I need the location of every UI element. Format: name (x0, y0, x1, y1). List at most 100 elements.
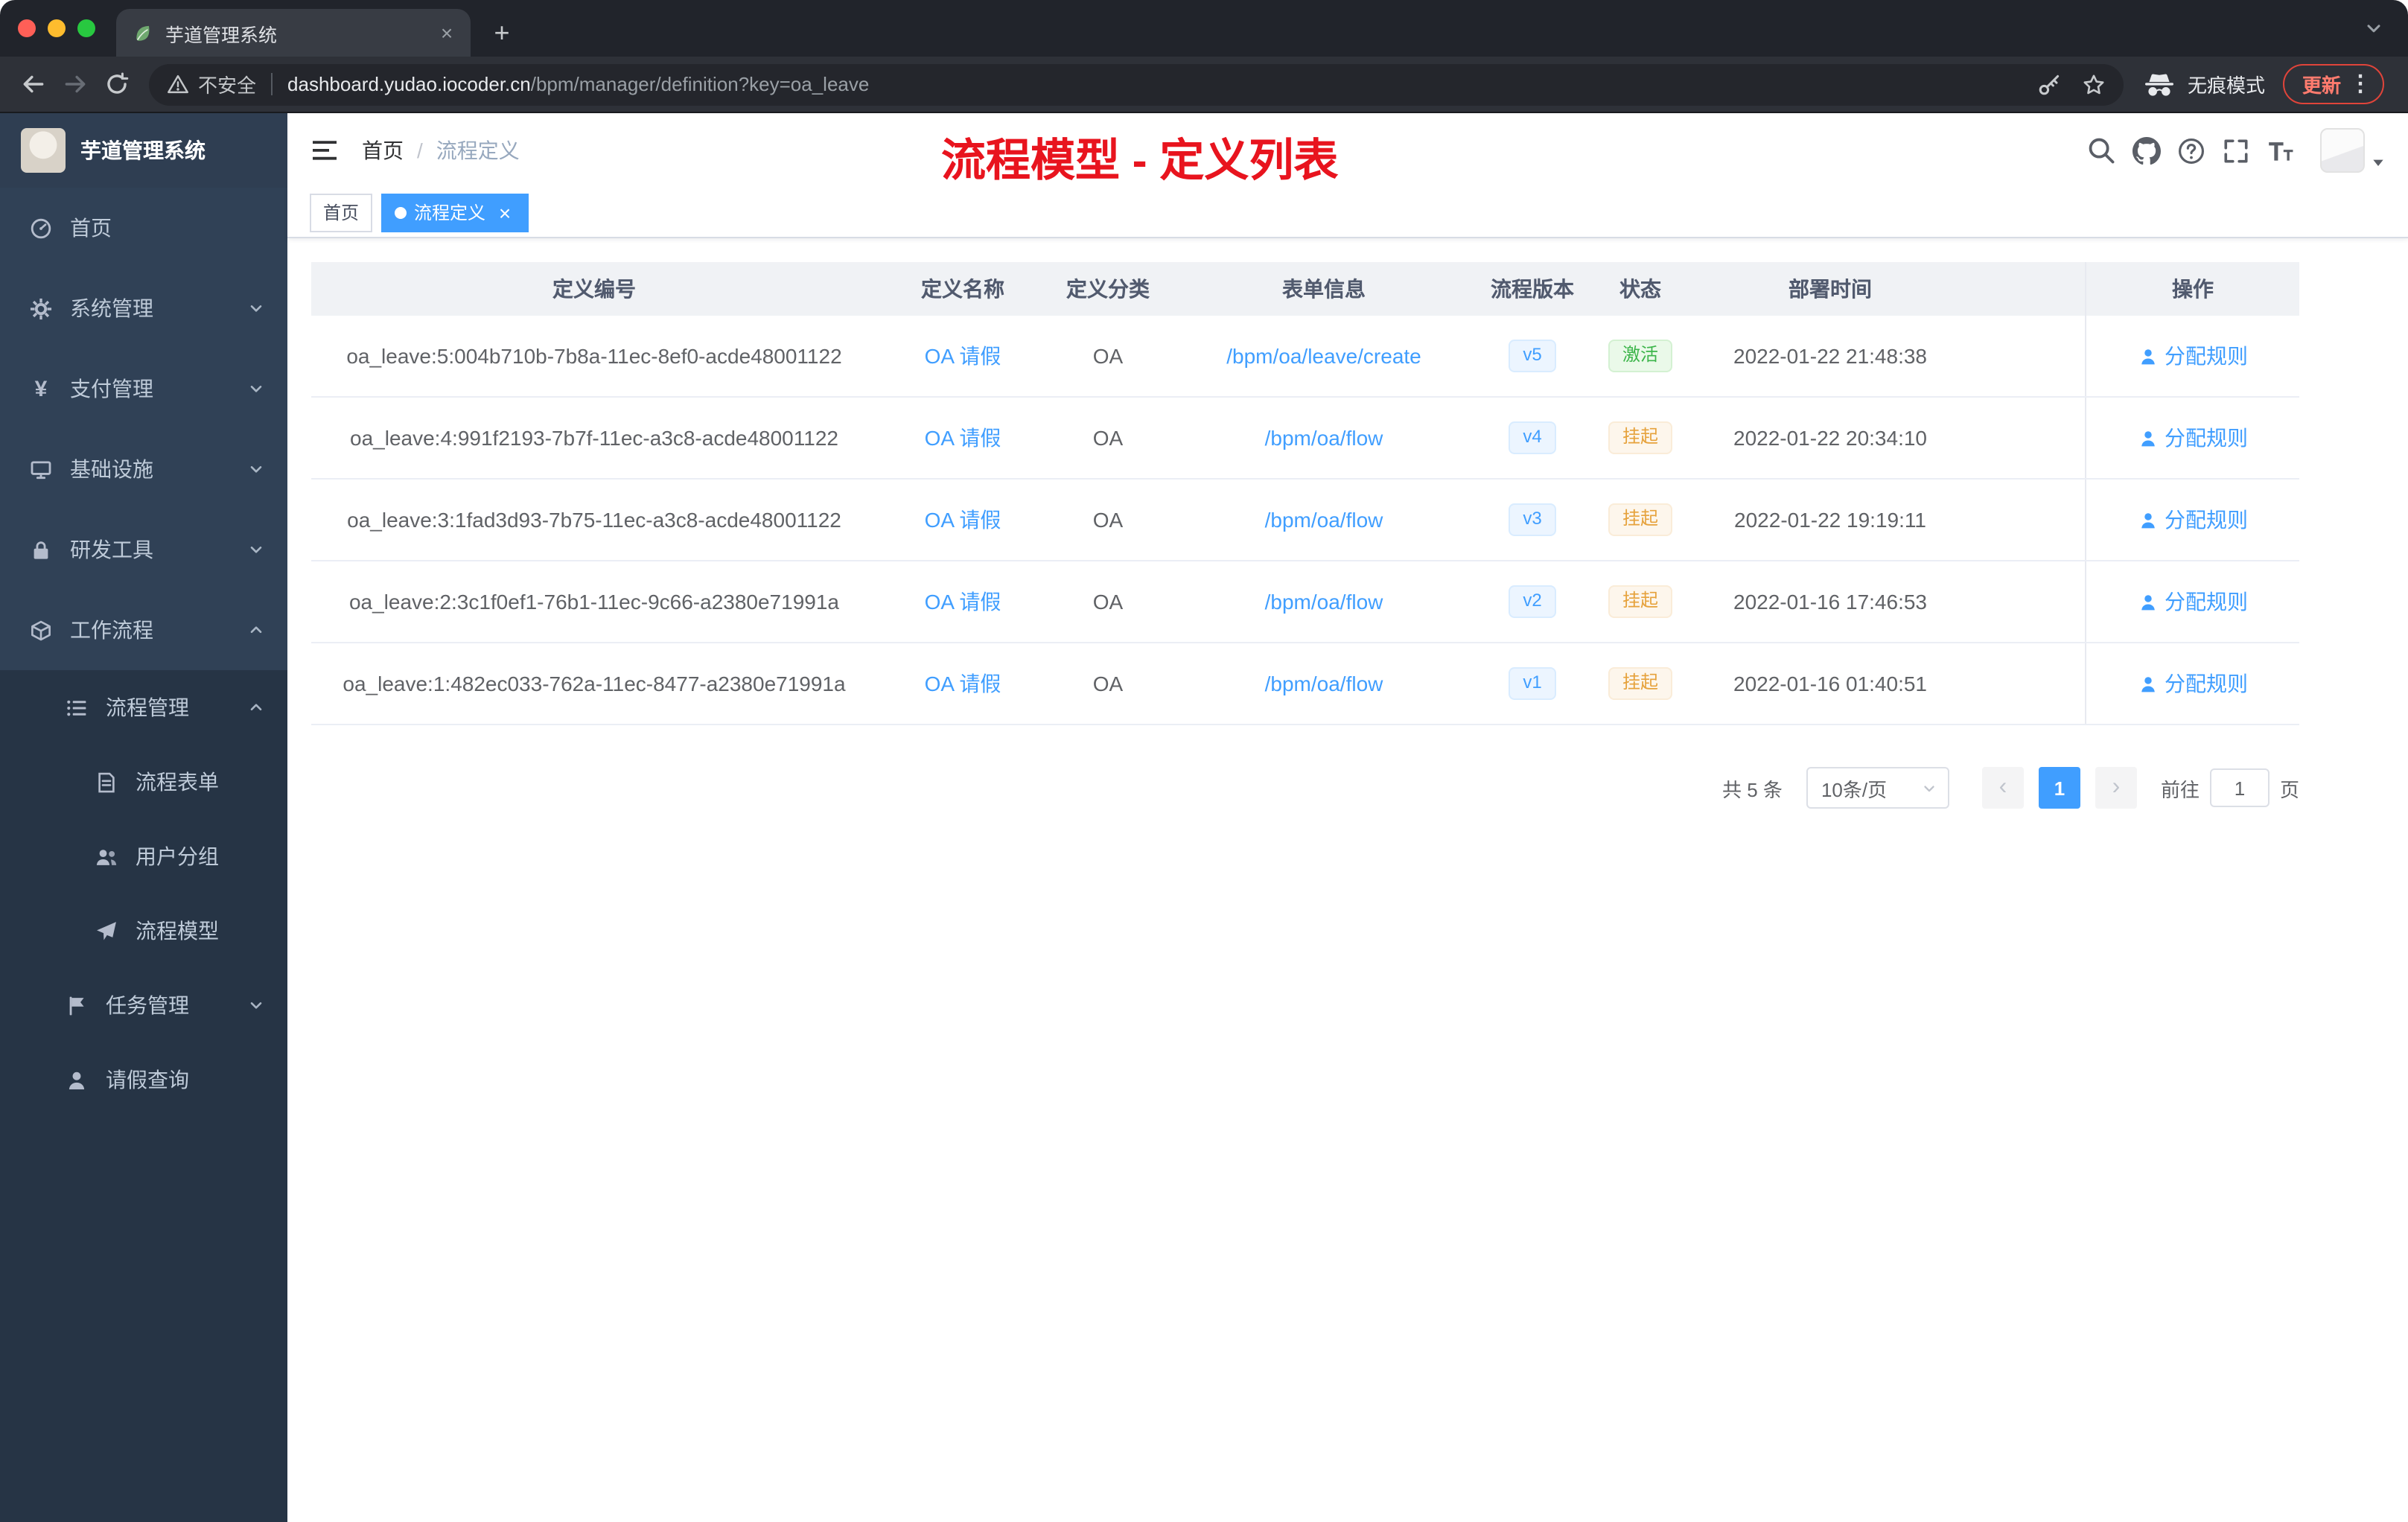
form-link[interactable]: /bpm/oa/leave/create (1226, 344, 1421, 368)
form-link[interactable]: /bpm/oa/flow (1265, 590, 1383, 614)
monitor-icon (30, 458, 52, 480)
fullscreen-icon[interactable] (2222, 136, 2250, 165)
assign-rule-link[interactable]: 分配规则 (2138, 341, 2248, 371)
tab-title: 芋道管理系统 (165, 25, 278, 45)
assign-rule-link[interactable]: 分配规则 (2138, 423, 2248, 453)
pagination-goto: 前往 1 页 (2161, 768, 2299, 807)
sidebar-item-3[interactable]: 基础设施 (0, 429, 287, 509)
sidebar-item-9[interactable]: 流程模型 (0, 894, 287, 968)
tag-close-icon[interactable]: × (494, 202, 515, 223)
avatar[interactable] (2320, 128, 2365, 173)
update-label: 更新 (2302, 74, 2341, 97)
cell-category: OA (1092, 426, 1124, 450)
sidebar-item-2[interactable]: ¥ 支付管理 (0, 348, 287, 429)
assign-rule-link[interactable]: 分配规则 (2138, 505, 2248, 535)
column-header-3: 表单信息 (1282, 277, 1366, 301)
form-link[interactable]: /bpm/oa/flow (1265, 672, 1383, 695)
goto-page-input[interactable]: 1 (2209, 768, 2270, 807)
sidebar-item-0[interactable]: 首页 (0, 188, 287, 268)
forward-button[interactable] (54, 63, 95, 105)
status-badge: 挂起 (1608, 503, 1672, 536)
window-zoom-button[interactable] (77, 19, 95, 37)
assign-rule-link[interactable]: 分配规则 (2138, 669, 2248, 698)
screen: 芋道管理系统 × + 不安全 dashboard.yudao.iocoder.c… (0, 0, 2408, 1522)
chevron-up-icon (247, 621, 265, 639)
sidebar-menu: 首页 系统管理 ¥ 支付管理 基础设施 研发工具 工作流程 流程管理 流程表单 … (0, 188, 287, 1117)
tag-0[interactable]: 首页 (310, 193, 373, 232)
status-badge: 挂起 (1608, 667, 1672, 700)
table-row: oa_leave:4:991f2193-7b7f-11ec-a3c8-acde4… (311, 398, 2299, 480)
definition-name-link[interactable]: OA 请假 (925, 587, 1001, 617)
browser-menu-dots-icon[interactable]: ⋮ (2349, 72, 2372, 96)
sidebar-item-6[interactable]: 流程管理 (0, 670, 287, 745)
sidebar-item-4[interactable]: 研发工具 (0, 509, 287, 590)
security-label: 不安全 (198, 74, 257, 97)
window-close-button[interactable] (18, 19, 36, 37)
definition-name-link[interactable]: OA 请假 (925, 423, 1001, 453)
help-icon[interactable] (2177, 136, 2205, 165)
caret-down-icon (2371, 155, 2386, 170)
tab-search-chevron-icon[interactable] (2363, 18, 2384, 39)
font-size-icon[interactable] (2267, 136, 2295, 165)
search-icon[interactable] (2086, 136, 2116, 165)
cell-definition-id: oa_leave:2:3c1f0ef1-76b1-11ec-9c66-a2380… (348, 590, 839, 614)
back-button[interactable] (12, 63, 54, 105)
chevron-down-icon (247, 299, 265, 317)
tab-close-icon[interactable]: × (435, 21, 459, 45)
new-tab-button[interactable]: + (482, 13, 521, 52)
sidebar-item-10[interactable]: 任务管理 (0, 968, 287, 1042)
forward-icon (62, 71, 87, 97)
password-key-icon[interactable] (2037, 72, 2061, 96)
column-header-4: 流程版本 (1491, 277, 1574, 301)
definition-name-link[interactable]: OA 请假 (925, 505, 1001, 535)
browser-tab[interactable]: 芋道管理系统 × (116, 9, 471, 57)
form-icon (95, 771, 118, 793)
user-icon (66, 1069, 88, 1091)
avatar-dropdown[interactable] (2320, 128, 2386, 173)
column-header-5: 状态 (1619, 277, 1661, 301)
bookmark-star-icon[interactable] (2082, 72, 2106, 96)
send-icon (95, 920, 118, 942)
chevron-down-icon (247, 460, 265, 478)
update-button[interactable]: 更新 ⋮ (2282, 64, 2384, 104)
page-size-value: 10条/页 (1821, 778, 1888, 800)
breadcrumb-home-link[interactable]: 首页 (362, 136, 404, 165)
users-icon (95, 845, 118, 867)
address-bar[interactable]: 不安全 dashboard.yudao.iocoder.cn/bpm/manag… (149, 63, 2124, 105)
cell-filler (1964, 480, 2085, 560)
definition-name-link[interactable]: OA 请假 (925, 669, 1001, 698)
back-icon (20, 71, 45, 97)
sidebar-item-1[interactable]: 系统管理 (0, 268, 287, 348)
warning-icon (167, 73, 189, 95)
tag-1[interactable]: 流程定义 × (381, 193, 529, 232)
sidebar-item-5[interactable]: 工作流程 (0, 590, 287, 670)
sidebar-toggle-hamburger-icon[interactable] (310, 136, 340, 165)
prev-page-button[interactable]: ‹ (1981, 767, 2024, 809)
cell-definition-id: oa_leave:4:991f2193-7b7f-11ec-a3c8-acde4… (350, 426, 838, 450)
page-size-select[interactable]: 10条/页 (1806, 767, 1949, 809)
security-chip[interactable]: 不安全 (167, 70, 256, 98)
column-header-2: 定义分类 (1066, 277, 1150, 301)
column-header-6: 部署时间 (1789, 277, 1872, 301)
app-logo: 芋道管理系统 (0, 113, 287, 188)
breadcrumb-current: 流程定义 (436, 138, 520, 162)
next-page-button[interactable]: › (2095, 767, 2137, 809)
yen-icon: ¥ (34, 376, 48, 401)
header-filler (1964, 262, 2085, 316)
github-icon[interactable] (2133, 136, 2161, 165)
sidebar-item-11[interactable]: 请假查询 (0, 1042, 287, 1117)
assign-rule-link[interactable]: 分配规则 (2138, 587, 2248, 617)
window-minimize-button[interactable] (48, 19, 66, 37)
page-number-button[interactable]: 1 (2038, 767, 2080, 809)
form-link[interactable]: /bpm/oa/flow (1265, 426, 1383, 450)
user-icon (2138, 510, 2157, 529)
goto-label: 前往 (2160, 778, 2200, 800)
sidebar-item-8[interactable]: 用户分组 (0, 819, 287, 894)
table-row: oa_leave:1:482ec033-762a-11ec-8477-a2380… (311, 643, 2299, 725)
definition-name-link[interactable]: OA 请假 (925, 341, 1001, 371)
form-link[interactable]: /bpm/oa/flow (1265, 508, 1383, 532)
sidebar-item-7[interactable]: 流程表单 (0, 745, 287, 819)
reload-button[interactable] (95, 63, 137, 105)
incognito-icon (2141, 71, 2177, 98)
app-window: 芋道管理系统 首页 系统管理 ¥ 支付管理 基础设施 研发工具 工作流程 流程管… (0, 113, 2408, 1522)
